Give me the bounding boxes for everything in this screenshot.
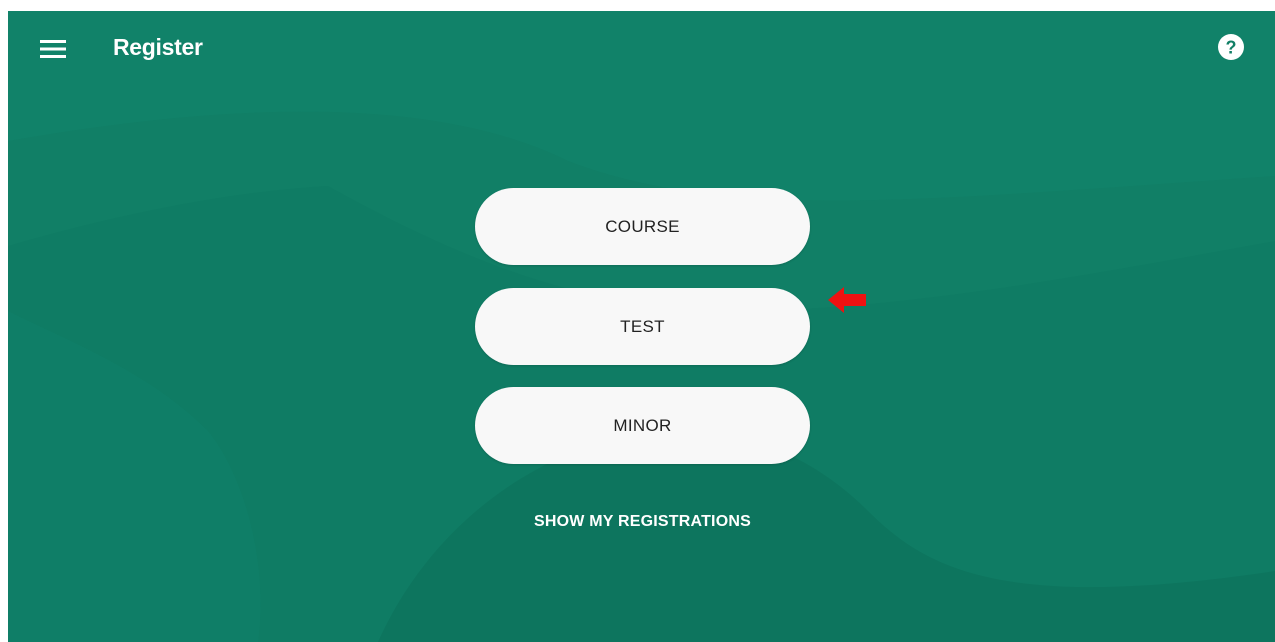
arrow-left-icon [828, 287, 866, 313]
minor-button[interactable]: MINOR [475, 387, 810, 464]
help-icon[interactable]: ? [1217, 33, 1245, 61]
test-button[interactable]: TEST [475, 288, 810, 365]
menu-icon[interactable] [38, 37, 68, 61]
page-title: Register [113, 34, 203, 60]
app-bar: Register ? [8, 11, 1275, 83]
show-my-registrations-link[interactable]: SHOW MY REGISTRATIONS [475, 513, 810, 531]
register-screen: Register ? COURSE TEST MINOR SHOW MY REG… [8, 11, 1275, 642]
svg-text:?: ? [1226, 38, 1237, 58]
course-button[interactable]: COURSE [475, 188, 810, 265]
